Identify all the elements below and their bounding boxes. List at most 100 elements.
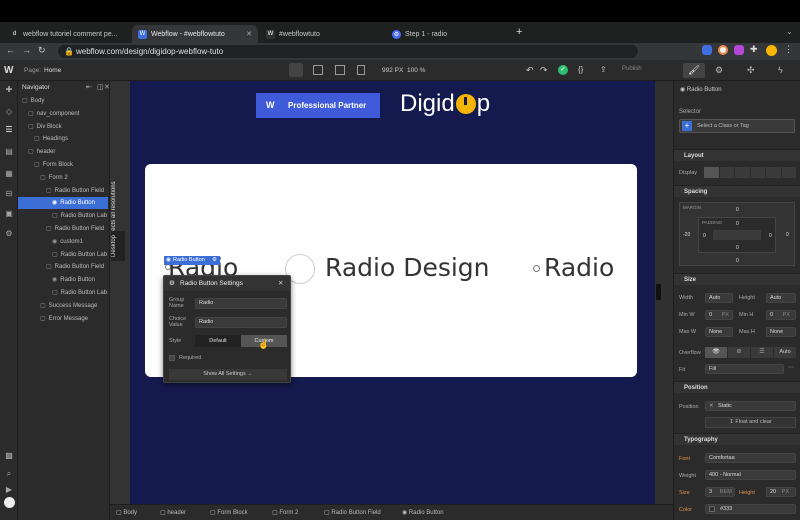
mobile-landscape-icon[interactable] [335,65,345,75]
max-height-input[interactable]: None [766,327,796,337]
menu-icon[interactable]: ⋮ [784,44,793,55]
resize-handle[interactable] [656,284,661,300]
color-swatch[interactable] [709,506,715,512]
navigator-icon[interactable]: ☰ [4,125,14,134]
padding-top-value[interactable]: 0 [736,221,739,227]
scroll-icon[interactable]: ☰ [751,347,773,358]
margin-top-value[interactable]: 0 [736,207,739,213]
min-width-input[interactable]: 0 PX [705,310,733,320]
navigator-item[interactable]: ▢ Headings [18,133,108,145]
breadcrumb-item[interactable]: ▢ Radio Button Field [324,509,381,516]
breadcrumb-item[interactable]: ▢ Form 2 [272,509,298,516]
check-icon[interactable]: ✓ [558,65,568,75]
margin-box[interactable]: MARGIN 0 -20 0 0 PADDING 0 0 0 0 [679,202,795,266]
navigator-item[interactable]: ▢ Error Message [18,313,108,325]
pages-icon[interactable]: ▤ [4,147,14,156]
radio-label-2[interactable]: Radio Design [325,253,490,282]
browser-tab-2[interactable]: W Webflow - #webflowtuto ✕ [132,25,258,43]
tablet-breakpoint-icon[interactable] [313,65,323,75]
display-flex-icon[interactable] [719,167,734,178]
navigator-item[interactable]: ▢ Form Block [18,159,108,171]
margin-left-value[interactable]: -20 [683,232,690,238]
breadcrumb-item[interactable]: ▢ header [160,509,186,516]
navigator-item[interactable]: ▢ nav_component [18,108,108,120]
page-selector[interactable]: Home [44,67,61,74]
puzzle-icon[interactable]: ✚ [750,44,758,55]
display-grid-icon[interactable] [735,167,750,178]
width-input[interactable]: Auto [705,293,733,303]
margin-bottom-value[interactable]: 0 [736,258,739,264]
desktop-breakpoint-icon[interactable] [289,63,303,77]
gear-icon[interactable]: ⚙ [4,229,14,238]
style-panel-tab-brush-icon[interactable]: 🖌 [683,63,705,78]
close-icon[interactable]: ✕ [278,276,283,291]
tab-list-icon[interactable]: ⌄ [786,27,793,36]
fit-select[interactable]: Fill [705,364,784,374]
extension-icon[interactable] [734,45,744,55]
navigator-item[interactable]: ▢ Radio Button Lab [18,249,108,261]
font-size-input[interactable]: 3 REM [705,487,735,497]
ecommerce-icon[interactable]: ⊟ [4,189,14,198]
settings-gear-icon[interactable]: ⚙ [715,65,723,76]
navigator-item[interactable]: ◉ Radio Button [18,197,108,210]
padding-bottom-value[interactable]: 0 [736,245,739,251]
min-height-input[interactable]: 0 PX [766,310,796,320]
navigator-item[interactable]: ▢ Radio Button Lab [18,210,108,222]
publish-button[interactable]: Publish [622,66,642,72]
redo-icon[interactable]: ↷ [540,65,548,76]
design-canvas[interactable]: W Professional Partner Digid p Radio Rad… [130,81,655,504]
typography-section-header[interactable]: Typography [674,433,800,445]
navigator-item[interactable]: ▢ Radio Button Lab [18,287,108,299]
padding-left-value[interactable]: 0 [703,233,706,239]
navigator-item[interactable]: ▢ Radio Button Field [18,261,108,273]
video-icon[interactable]: ▶ [4,485,14,494]
navigator-item[interactable]: ◉ custom1 [18,236,108,248]
breadcrumb-item[interactable]: ◉ Radio Button [402,509,444,516]
font-select[interactable]: Comfortaa [705,453,796,463]
close-tab-icon[interactable]: ✕ [246,30,252,38]
collapse-icon[interactable]: ⇤ [86,83,92,91]
required-checkbox[interactable] [169,355,175,361]
symbols-icon[interactable]: ◇ [4,107,14,116]
navigator-item[interactable]: ▢ Form 2 [18,172,108,184]
color-input[interactable]: #333 [705,504,796,514]
browser-tab-1[interactable]: d webflow tutoriel comment pe... [4,25,130,43]
address-bar[interactable]: 🔒 webflow.com/design/digidop-webflow-tut… [58,45,638,58]
group-name-input[interactable]: Radio [195,298,287,309]
add-panel-icon[interactable]: ✚ [4,85,14,94]
browser-tab-4[interactable]: ⚙ Step 1 - radio [386,25,510,43]
avatar[interactable] [766,45,777,56]
export-icon[interactable]: ⇪ [600,65,607,74]
browser-tab-3[interactable]: W #webflowtuto [260,25,384,43]
more-icon[interactable]: ⋯ [788,364,794,371]
settings-gear-icon[interactable]: ⚙ [212,256,217,265]
search-icon[interactable]: ⌕ [4,469,14,478]
navigator-item[interactable]: ◉ Radio Button [18,274,108,286]
weight-select[interactable]: 400 - Normal [705,470,796,480]
lightning-icon[interactable]: ϟ [778,65,783,75]
interactions-icon[interactable]: ✣ [747,65,755,76]
show-all-settings-button[interactable]: Show All Settings → [169,369,287,380]
padding-box[interactable]: PADDING 0 0 0 0 [698,217,776,253]
margin-right-value[interactable]: 0 [786,232,789,238]
assets-icon[interactable]: ▣ [4,209,14,218]
style-default-button[interactable]: Default [195,335,241,347]
forward-icon[interactable]: → [22,45,31,55]
radio-label-3[interactable]: Radio [544,253,614,282]
close-icon[interactable]: ✕ [104,83,110,91]
radio-button-3[interactable] [533,265,540,272]
size-section-header[interactable]: Size [674,273,800,285]
navigator-item[interactable]: ▢ header [18,146,108,158]
webflow-logo-icon[interactable]: W [4,65,13,76]
selection-tag[interactable]: ◉ Radio Button ⚙ [164,256,220,265]
reload-icon[interactable]: ↻ [38,45,46,56]
dock-icon[interactable]: ◫ [97,83,104,91]
spacing-section-header[interactable]: Spacing [674,185,800,197]
display-none-icon[interactable] [781,167,796,178]
code-icon[interactable]: {} [578,65,583,74]
height-input[interactable]: Auto [766,293,796,303]
navigator-item[interactable]: ▢ Radio Button Field [18,223,108,235]
new-tab-button[interactable]: + [516,26,522,38]
extension-icon[interactable] [702,45,712,55]
position-select[interactable]: ✕ Static [705,401,796,411]
